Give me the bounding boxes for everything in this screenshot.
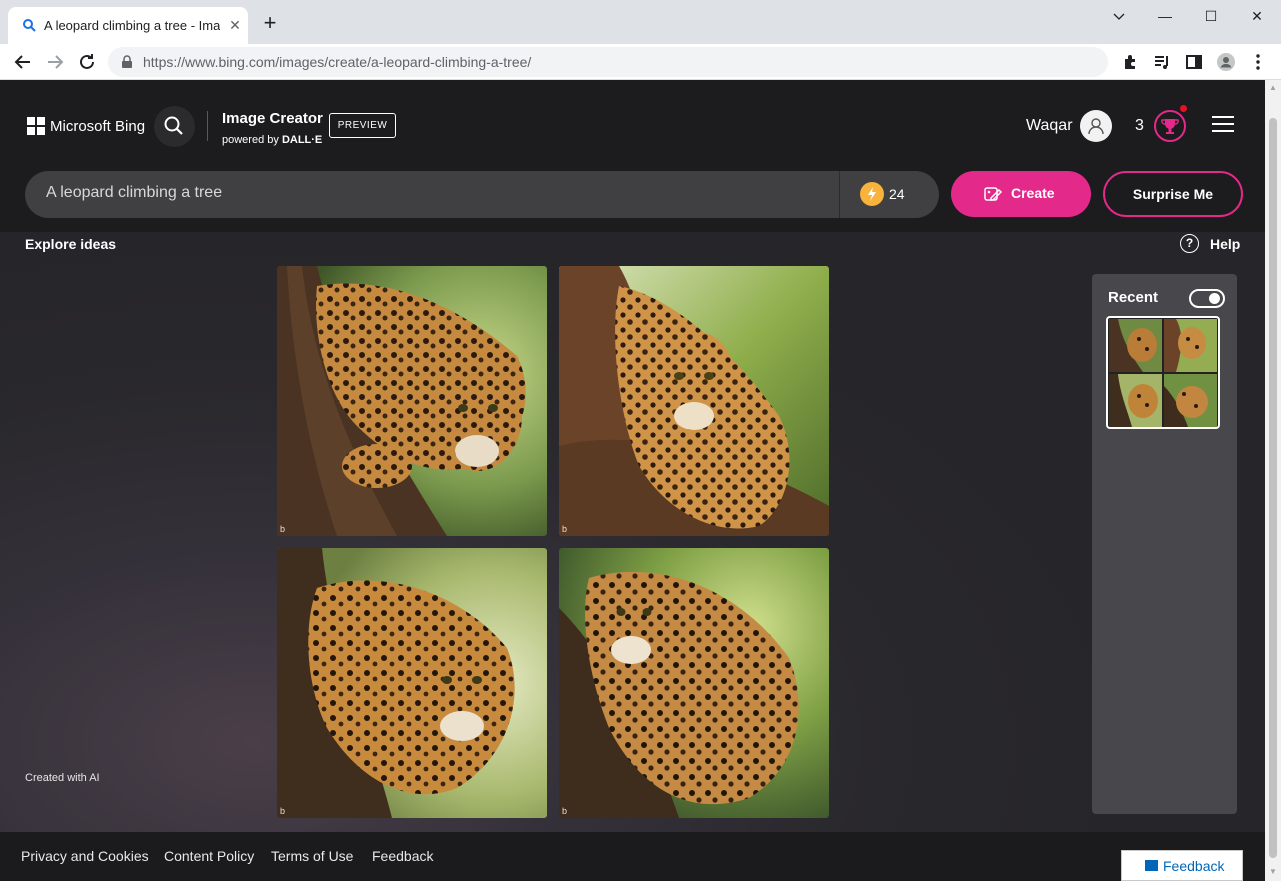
chevron-down-icon[interactable] [1096,4,1142,28]
leopard-image-2 [559,266,829,536]
recent-toggle[interactable] [1189,289,1225,308]
maximize-button[interactable]: ☐ [1188,4,1234,28]
recent-title: Recent [1108,289,1159,306]
url-text[interactable]: https://www.bing.com/images/create/a-leo… [143,54,531,70]
footer-link-content-policy[interactable]: Content Policy [164,848,254,864]
feedback-button-label: Feedback [1163,858,1225,874]
page: Microsoft Bing Image Creator powered by … [0,80,1265,881]
search-button[interactable] [154,106,195,147]
avatar[interactable] [1080,110,1112,142]
image-creator-title[interactable]: Image Creator [222,110,323,127]
prompt-input[interactable]: A leopard climbing a tree 24 [25,171,939,218]
prompt-text[interactable]: A leopard climbing a tree [46,184,222,202]
created-with-ai-label: Created with AI [25,772,100,784]
tab-close-icon[interactable]: ✕ [226,16,244,34]
menu-icon[interactable] [1212,116,1234,134]
page-scrollbar[interactable]: ▲ ▼ [1265,80,1281,881]
surprise-me-label: Surprise Me [1132,186,1214,202]
explore-ideas-link[interactable]: Explore ideas [25,236,116,252]
toggle-knob [1209,293,1220,304]
browser-tabstrip: A leopard climbing a tree - Image Creato… [0,0,1281,44]
create-icon [984,187,1003,201]
browser-tab[interactable]: A leopard climbing a tree - Image Creato… [8,7,248,44]
leopard-image-4 [559,548,829,818]
trophy-icon [1161,119,1179,134]
generated-image-1[interactable]: b [277,266,547,536]
bing-watermark: b [280,524,286,534]
bing-watermark: b [562,524,568,534]
minimize-button[interactable]: — [1142,4,1188,28]
help-link[interactable]: Help [1210,236,1240,252]
generated-image-4[interactable]: b [559,548,829,818]
recent-thumb-4 [1164,374,1217,427]
recent-thumb-1 [1109,319,1162,372]
bing-header: Microsoft Bing Image Creator powered by … [0,80,1265,232]
feedback-button[interactable]: Feedback [1121,850,1243,881]
surprise-me-button[interactable]: Surprise Me [1103,171,1243,217]
footer-link-terms[interactable]: Terms of Use [271,848,353,864]
powered-by-text: powered by DALL·E [222,134,323,146]
new-tab-button[interactable]: + [260,12,280,34]
lightning-icon[interactable] [860,182,884,206]
microsoft-logo-icon[interactable] [27,117,45,135]
rewards-points[interactable]: 3 [1135,117,1144,135]
generated-image-2[interactable]: b [559,266,829,536]
footer-link-privacy[interactable]: Privacy and Cookies [21,848,149,864]
create-button[interactable]: Create [951,171,1091,217]
preview-badge: PREVIEW [329,113,396,138]
address-bar[interactable]: https://www.bing.com/images/create/a-leo… [108,47,1108,77]
leopard-image-1 [277,266,547,536]
prompt-divider [839,171,840,218]
bing-watermark: b [562,806,568,816]
rewards-button[interactable] [1154,110,1186,142]
sidepanel-icon[interactable] [1184,52,1204,72]
footer: Privacy and Cookies Content Policy Terms… [0,832,1265,881]
recent-creation-thumbnail[interactable] [1106,316,1220,429]
boost-count: 24 [889,186,905,202]
browser-toolbar: https://www.bing.com/images/create/a-leo… [0,44,1281,80]
footer-link-feedback[interactable]: Feedback [372,848,433,864]
scrollbar-thumb[interactable] [1269,118,1277,858]
create-label: Create [1011,185,1055,201]
scroll-down-icon[interactable]: ▼ [1269,868,1277,876]
search-icon [164,116,183,135]
recent-thumb-3 [1109,374,1162,427]
feedback-icon [1145,860,1158,871]
recent-thumb-2 [1164,319,1217,372]
more-icon[interactable] [1248,52,1268,72]
scroll-up-icon[interactable]: ▲ [1269,84,1277,92]
bing-watermark: b [280,806,286,816]
back-icon[interactable] [11,50,35,74]
recent-panel: Recent [1092,274,1237,814]
tab-title: A leopard climbing a tree - Image Creato… [44,18,220,33]
profile-icon[interactable] [1216,52,1236,72]
reload-icon[interactable] [75,50,99,74]
extensions-icon[interactable] [1121,52,1141,72]
leopard-image-3 [277,548,547,818]
media-icon[interactable] [1152,52,1172,72]
generated-image-3[interactable]: b [277,548,547,818]
user-icon [1088,118,1104,135]
close-window-button[interactable]: ✕ [1234,4,1280,28]
help-icon[interactable]: ? [1180,234,1199,253]
results-area: Explore ideas ? Help b b b b Created wit… [0,232,1265,832]
bing-search-favicon-icon [23,19,36,32]
username[interactable]: Waqar [1026,117,1073,135]
header-divider [207,111,208,141]
lock-icon[interactable] [120,55,134,69]
forward-icon[interactable] [43,50,67,74]
notification-dot [1180,105,1187,112]
bing-brand-link[interactable]: Microsoft Bing [50,118,145,135]
